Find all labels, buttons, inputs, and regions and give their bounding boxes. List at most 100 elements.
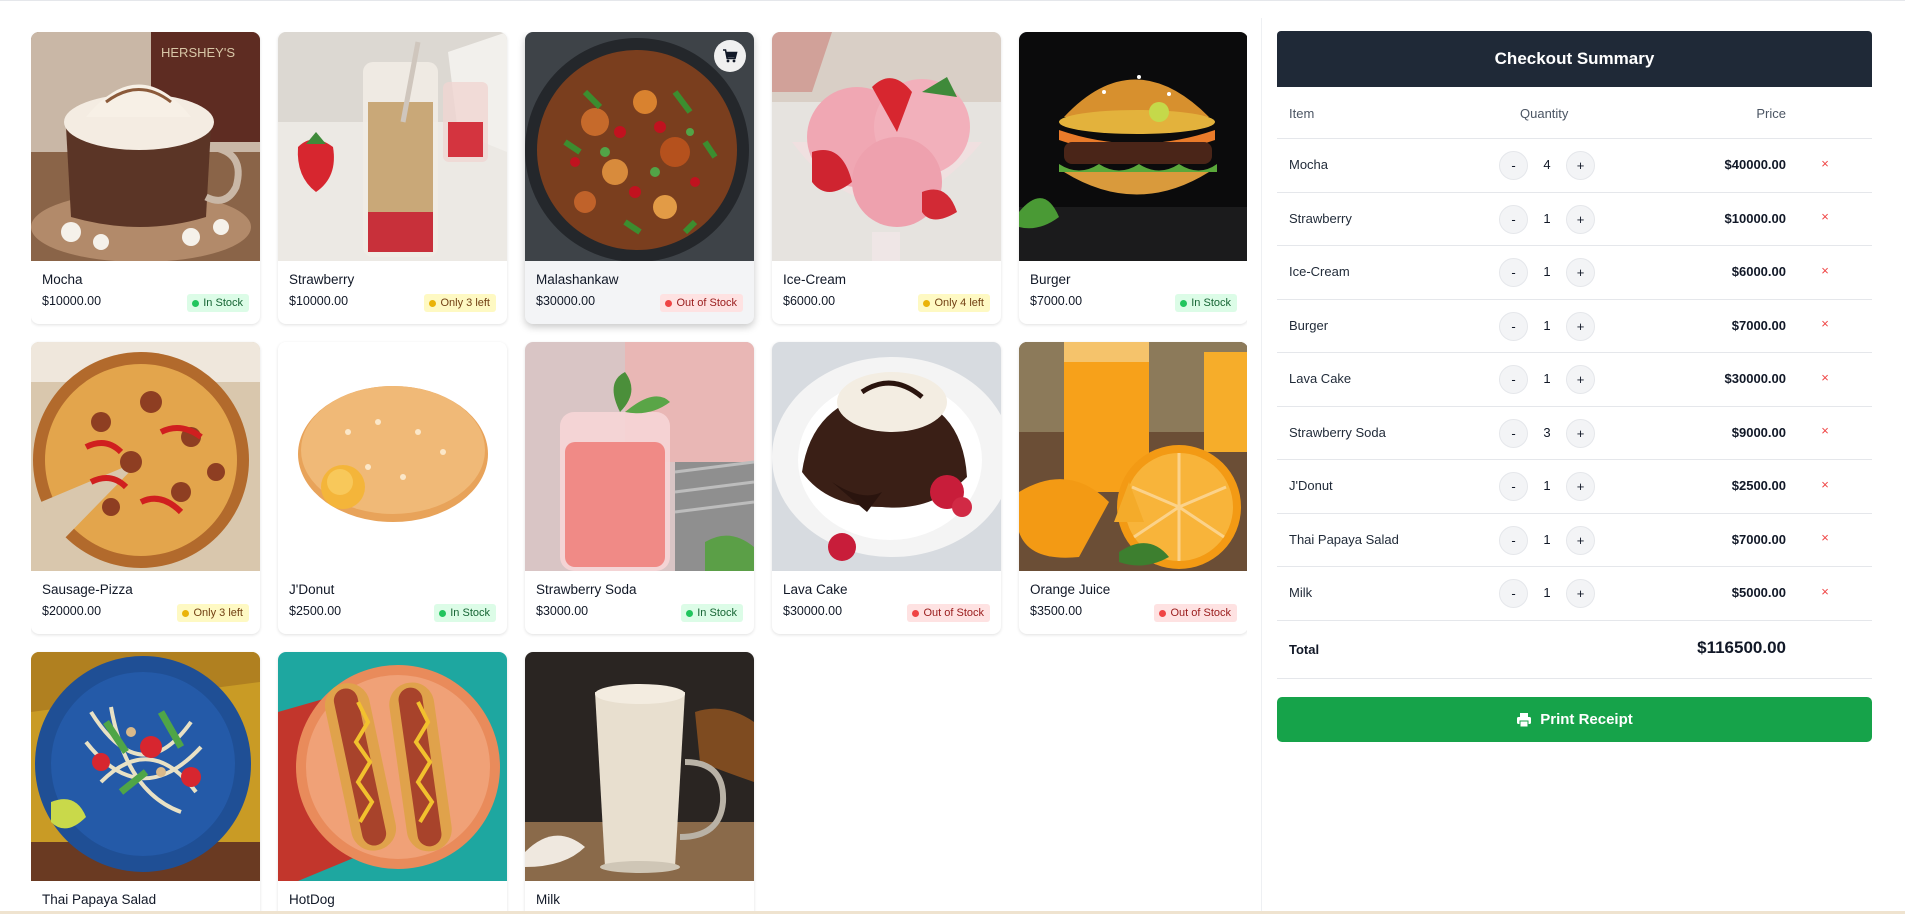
product-card-strawberry-soda[interactable]: Strawberry Soda $3000.00 In Stock xyxy=(525,342,754,634)
product-card-ice-cream[interactable]: Ice-Cream $6000.00 Only 4 left xyxy=(772,32,1001,324)
increase-quantity-button[interactable]: + xyxy=(1566,472,1595,501)
cart-row-jdonut: J'Donut - 1 + $2500.00 × xyxy=(1277,460,1872,514)
increase-quantity-button[interactable]: + xyxy=(1566,204,1595,234)
product-image-thai-papaya-salad xyxy=(31,652,260,881)
increase-quantity-button[interactable]: + xyxy=(1566,418,1595,448)
decrease-quantity-button[interactable]: - xyxy=(1499,525,1528,555)
cart-item-price: $6000.00 xyxy=(1731,264,1786,279)
svg-text:HERSHEY'S: HERSHEY'S xyxy=(161,45,235,60)
print-receipt-label: Print Receipt xyxy=(1540,711,1633,728)
remove-item-icon[interactable]: × xyxy=(1817,369,1833,385)
product-name: Malashankaw xyxy=(536,272,619,287)
cart-row-milk: Milk - 1 + $5000.00 × xyxy=(1277,567,1872,621)
quantity-value: 1 xyxy=(1543,317,1551,333)
product-card-jdonut[interactable]: J'Donut $2500.00 In Stock xyxy=(278,342,507,634)
status-dot-icon xyxy=(1180,299,1188,307)
increase-quantity-button[interactable]: + xyxy=(1566,151,1595,180)
cart-item-name: Thai Papaya Salad xyxy=(1289,531,1399,547)
quantity-value: 1 xyxy=(1543,585,1551,600)
column-quantity: Quantity xyxy=(1520,106,1569,121)
add-to-cart-button[interactable] xyxy=(714,40,746,72)
decrease-quantity-button[interactable]: - xyxy=(1499,418,1528,448)
decrease-quantity-button[interactable]: - xyxy=(1499,151,1528,180)
remove-item-icon[interactable]: × xyxy=(1817,476,1833,492)
cart-row-burger: Burger - 1 + $7000.00 × xyxy=(1277,300,1872,353)
cart-item-name: Milk xyxy=(1289,585,1313,600)
printer-icon xyxy=(1517,712,1532,727)
decrease-quantity-button[interactable]: - xyxy=(1499,472,1528,501)
product-card-thai-papaya-salad[interactable]: Thai Papaya Salad xyxy=(31,652,260,912)
remove-item-icon[interactable]: × xyxy=(1817,530,1833,546)
product-name: Sausage-Pizza xyxy=(42,582,133,597)
cart-item-name: Strawberry Soda xyxy=(1289,424,1386,440)
stock-badge: In Stock xyxy=(187,294,249,312)
product-image-mocha: HERSHEY'S xyxy=(31,32,260,261)
decrease-quantity-button[interactable]: - xyxy=(1499,579,1528,608)
decrease-quantity-button[interactable]: - xyxy=(1499,204,1528,234)
product-card-burger[interactable]: Burger $7000.00 In Stock xyxy=(1019,32,1247,324)
quantity-value: 1 xyxy=(1543,478,1551,493)
product-card-orange-juice[interactable]: Orange Juice $3500.00 Out of Stock xyxy=(1019,342,1247,634)
product-card-mocha[interactable]: HERSHEY'S Mocha $10000.00 In Stock xyxy=(31,32,260,324)
cart-row-ice-cream: Ice-Cream - 1 + $6000.00 × xyxy=(1277,246,1872,300)
product-image-milk xyxy=(525,652,754,881)
product-image-malashankaw xyxy=(525,32,754,261)
product-card-lava-cake[interactable]: Lava Cake $30000.00 Out of Stock xyxy=(772,342,1001,634)
product-name: Strawberry Soda xyxy=(536,582,637,597)
quantity-value: 1 xyxy=(1543,264,1551,279)
product-card-hotdog[interactable]: HotDog xyxy=(278,652,507,912)
product-card-milk[interactable]: Milk xyxy=(525,652,754,912)
column-price: Price xyxy=(1756,106,1786,121)
product-price: $30000.00 xyxy=(783,604,843,618)
product-image-hotdog xyxy=(278,652,507,881)
quantity-value: 1 xyxy=(1543,531,1551,547)
cart-item-price: $2500.00 xyxy=(1731,478,1786,493)
remove-item-icon[interactable]: × xyxy=(1817,209,1833,225)
product-price: $20000.00 xyxy=(42,604,102,618)
total-row: Total $116500.00 xyxy=(1277,621,1872,679)
print-receipt-button[interactable]: Print Receipt xyxy=(1277,697,1872,742)
quantity-value: 4 xyxy=(1543,157,1551,172)
increase-quantity-button[interactable]: + xyxy=(1566,311,1595,341)
cart-item-price: $7000.00 xyxy=(1731,531,1786,547)
increase-quantity-button[interactable]: + xyxy=(1566,579,1595,608)
quantity-value: 1 xyxy=(1543,371,1551,386)
remove-item-icon[interactable]: × xyxy=(1817,155,1833,171)
stock-badge: Only 3 left xyxy=(424,294,496,312)
product-price: $7000.00 xyxy=(1030,294,1083,308)
remove-item-icon[interactable]: × xyxy=(1817,423,1833,439)
product-card-strawberry[interactable]: Strawberry $10000.00 Only 3 left xyxy=(278,32,507,324)
stock-badge: In Stock xyxy=(434,604,496,622)
product-name: J'Donut xyxy=(289,582,335,597)
decrease-quantity-button[interactable]: - xyxy=(1499,365,1528,394)
product-image-ice-cream xyxy=(772,32,1001,261)
status-dot-icon xyxy=(439,609,447,617)
decrease-quantity-button[interactable]: - xyxy=(1499,258,1528,287)
product-image-sausage-pizza xyxy=(31,342,260,571)
increase-quantity-button[interactable]: + xyxy=(1566,258,1595,287)
total-value: $116500.00 xyxy=(1697,637,1786,657)
cart-item-name: Strawberry xyxy=(1289,210,1352,226)
cart-row-thai-papaya-salad: Thai Papaya Salad - 1 + $7000.00 × xyxy=(1277,514,1872,567)
increase-quantity-button[interactable]: + xyxy=(1566,525,1595,555)
product-card-sausage-pizza[interactable]: Sausage-Pizza $20000.00 Only 3 left xyxy=(31,342,260,634)
summary-table-header: Item Quantity Price xyxy=(1277,87,1872,139)
stock-badge: Out of Stock xyxy=(660,294,743,312)
checkout-summary-panel: Checkout Summary Item Quantity Price Moc… xyxy=(1277,31,1872,742)
decrease-quantity-button[interactable]: - xyxy=(1499,311,1528,341)
remove-item-icon[interactable]: × xyxy=(1817,262,1833,278)
product-price: $30000.00 xyxy=(536,294,596,308)
stock-badge: In Stock xyxy=(681,604,743,622)
remove-item-icon[interactable]: × xyxy=(1817,583,1833,599)
quantity-value: 3 xyxy=(1543,424,1551,440)
stock-badge: Out of Stock xyxy=(907,604,990,622)
stock-badge: Out of Stock xyxy=(1154,604,1237,622)
product-price: $3500.00 xyxy=(1030,604,1083,618)
status-dot-icon xyxy=(665,299,673,307)
product-price: $2500.00 xyxy=(289,604,342,618)
increase-quantity-button[interactable]: + xyxy=(1566,365,1595,394)
cart-item-price: $5000.00 xyxy=(1731,585,1786,600)
remove-item-icon[interactable]: × xyxy=(1817,316,1833,332)
product-card-malashankaw[interactable]: Malashankaw $30000.00 Out of Stock xyxy=(525,32,754,324)
stock-badge: Only 3 left xyxy=(177,604,249,622)
